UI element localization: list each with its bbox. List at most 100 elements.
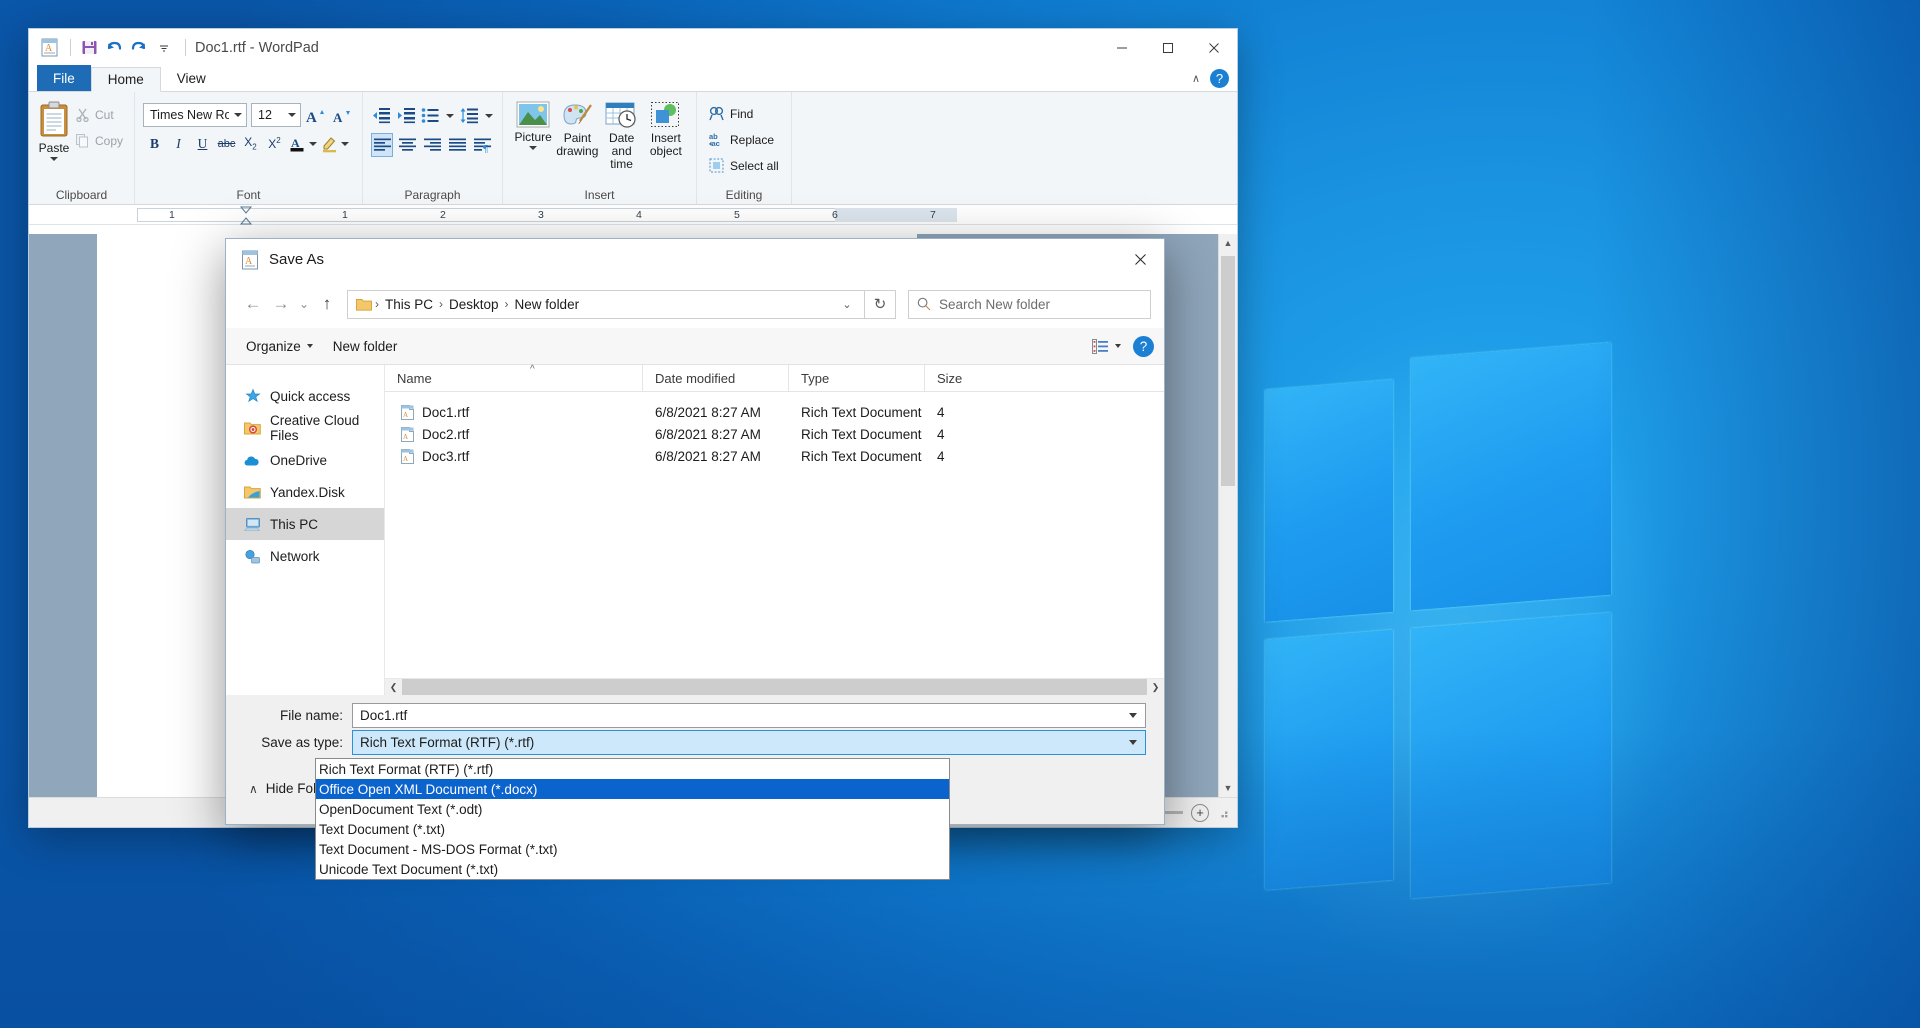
close-button[interactable] (1191, 29, 1237, 66)
zoom-in-button[interactable]: + (1191, 804, 1209, 822)
resize-grip-icon[interactable] (1217, 807, 1229, 819)
table-row[interactable]: A Doc2.rtf 6/8/2021 8:27 AM Rich Text Do… (385, 423, 1164, 445)
scroll-up-icon[interactable]: ▲ (1219, 234, 1237, 252)
dropdown-option-docx[interactable]: Office Open XML Document (*.docx) (316, 779, 949, 799)
sidebar-item-creative-cloud-files[interactable]: Creative Cloud Files (226, 412, 384, 444)
align-right-icon[interactable] (422, 133, 444, 157)
align-left-icon[interactable] (371, 133, 393, 157)
justify-icon[interactable] (447, 133, 469, 157)
minimize-button[interactable] (1099, 29, 1145, 66)
address-dropdown-icon[interactable]: ⌄ (834, 298, 860, 311)
strikethrough-button[interactable]: abc (215, 132, 238, 155)
paste-caret-icon[interactable] (50, 157, 58, 161)
scrollbar-thumb[interactable] (1221, 256, 1235, 486)
cut-button[interactable]: Cut (71, 104, 127, 125)
sidebar-item-quick-access[interactable]: Quick access (226, 380, 384, 412)
scroll-right-icon[interactable]: ❯ (1147, 679, 1164, 696)
savetype-combobox[interactable]: Rich Text Format (RTF) (*.rtf) (352, 730, 1146, 755)
undo-icon[interactable] (103, 37, 125, 59)
column-header-name[interactable]: Name (385, 365, 643, 392)
sidebar-item-this-pc[interactable]: This PC (226, 508, 384, 540)
dropdown-option-txt-unicode[interactable]: Unicode Text Document (*.txt) (316, 859, 949, 879)
view-options-button[interactable] (1092, 339, 1121, 354)
align-center-icon[interactable] (396, 133, 418, 157)
line-spacing-icon[interactable] (459, 104, 481, 127)
new-folder-button[interactable]: New folder (323, 333, 408, 359)
paste-button[interactable]: Paste (37, 97, 71, 184)
increase-indent-icon[interactable] (396, 104, 418, 127)
paint-drawing-button[interactable]: Paint drawing (555, 97, 599, 184)
tab-home[interactable]: Home (91, 67, 161, 92)
sidebar-item-onedrive[interactable]: OneDrive (226, 444, 384, 476)
dropdown-option-txt[interactable]: Text Document (*.txt) (316, 819, 949, 839)
chevron-down-icon[interactable] (1129, 713, 1137, 718)
indent-marker-icon[interactable] (239, 206, 253, 225)
organize-button[interactable]: Organize (236, 333, 323, 359)
bullets-icon[interactable] (420, 104, 442, 127)
copy-button[interactable]: Copy (71, 130, 127, 151)
replace-button[interactable]: abac Replace (705, 129, 783, 150)
tab-file[interactable]: File (37, 65, 91, 91)
dialog-close-button[interactable] (1116, 239, 1164, 280)
find-button[interactable]: Find (705, 103, 783, 124)
back-button[interactable]: ← (239, 289, 267, 319)
customize-qat-icon[interactable] (153, 37, 175, 59)
dropdown-option-txt-msdos[interactable]: Text Document - MS-DOS Format (*.txt) (316, 839, 949, 859)
picture-button[interactable]: Picture (511, 97, 555, 184)
breadcrumb-item-new-folder[interactable]: New folder (510, 297, 585, 312)
date-and-time-button[interactable]: Date and time (600, 97, 644, 184)
help-icon[interactable]: ? (1210, 69, 1229, 88)
address-bar[interactable]: › This PC › Desktop › New folder ⌄ (347, 290, 865, 319)
maximize-button[interactable] (1145, 29, 1191, 66)
column-header-type[interactable]: Type (789, 365, 925, 392)
scroll-left-icon[interactable]: ❮ (385, 679, 402, 696)
highlight-caret-icon[interactable] (340, 132, 350, 155)
sidebar-item-network[interactable]: Network (226, 540, 384, 572)
savetype-dropdown-list[interactable]: Rich Text Format (RTF) (*.rtf) Office Op… (315, 758, 950, 880)
forward-button[interactable]: → (267, 289, 295, 319)
table-row[interactable]: A Doc3.rtf 6/8/2021 8:27 AM Rich Text Do… (385, 445, 1164, 467)
decrease-indent-icon[interactable] (371, 104, 393, 127)
bold-button[interactable]: B (143, 132, 166, 155)
collapse-ribbon-icon[interactable]: ∧ (1192, 72, 1200, 85)
shrink-font-icon[interactable]: A (331, 104, 354, 127)
document-ruler[interactable]: 1 1 2 3 4 5 6 7 (29, 205, 1237, 225)
file-list[interactable]: A Doc1.rtf 6/8/2021 8:27 AM Rich Text Do… (385, 392, 1164, 678)
search-box[interactable]: Search New folder (908, 290, 1151, 319)
column-header-date-modified[interactable]: Date modified (643, 365, 789, 392)
subscript-button[interactable]: X2 (239, 132, 262, 155)
wordpad-title-bar[interactable]: A Doc1.rtf - WordPad (29, 29, 1237, 66)
chevron-down-icon[interactable] (1129, 740, 1137, 745)
dropdown-option-odt[interactable]: OpenDocument Text (*.odt) (316, 799, 949, 819)
text-color-caret-icon[interactable] (308, 132, 318, 155)
text-color-icon[interactable]: A (287, 132, 307, 155)
highlight-icon[interactable] (319, 132, 339, 155)
save-icon[interactable] (78, 37, 100, 59)
select-all-button[interactable]: Select all (705, 155, 783, 176)
italic-button[interactable]: I (167, 132, 190, 155)
grow-font-icon[interactable]: A (305, 104, 328, 127)
superscript-button[interactable]: X2 (263, 132, 286, 155)
up-button[interactable]: ↑ (313, 289, 341, 319)
search-input[interactable]: Search New folder (939, 297, 1050, 312)
breadcrumb-item-this-pc[interactable]: This PC (380, 297, 438, 312)
recent-locations-button[interactable]: ⌄ (295, 289, 313, 319)
font-size-combo[interactable]: 12 (251, 103, 301, 127)
breadcrumb-item-desktop[interactable]: Desktop (444, 297, 504, 312)
font-family-combo[interactable]: Times New Roma (143, 103, 247, 127)
dropdown-option-rtf[interactable]: Rich Text Format (RTF) (*.rtf) (316, 759, 949, 779)
document-scrollbar[interactable]: ▲ ▼ (1218, 234, 1237, 797)
sidebar-item-yandex-disk[interactable]: Yandex.Disk (226, 476, 384, 508)
wordpad-icon[interactable]: A (38, 37, 60, 59)
underline-button[interactable]: U (191, 132, 214, 155)
scroll-down-icon[interactable]: ▼ (1219, 779, 1237, 797)
file-list-horizontal-scrollbar[interactable]: ❮ ❯ (385, 678, 1164, 695)
tab-view[interactable]: View (161, 66, 222, 91)
refresh-button[interactable]: ↻ (865, 290, 896, 319)
column-header-size[interactable]: Size (925, 365, 1005, 392)
picture-caret-icon[interactable] (529, 146, 537, 150)
dialog-title-bar[interactable]: A Save As (226, 239, 1164, 280)
table-row[interactable]: A Doc1.rtf 6/8/2021 8:27 AM Rich Text Do… (385, 401, 1164, 423)
hscrollbar-thumb[interactable] (402, 679, 1147, 696)
dialog-help-button[interactable]: ? (1133, 336, 1154, 357)
